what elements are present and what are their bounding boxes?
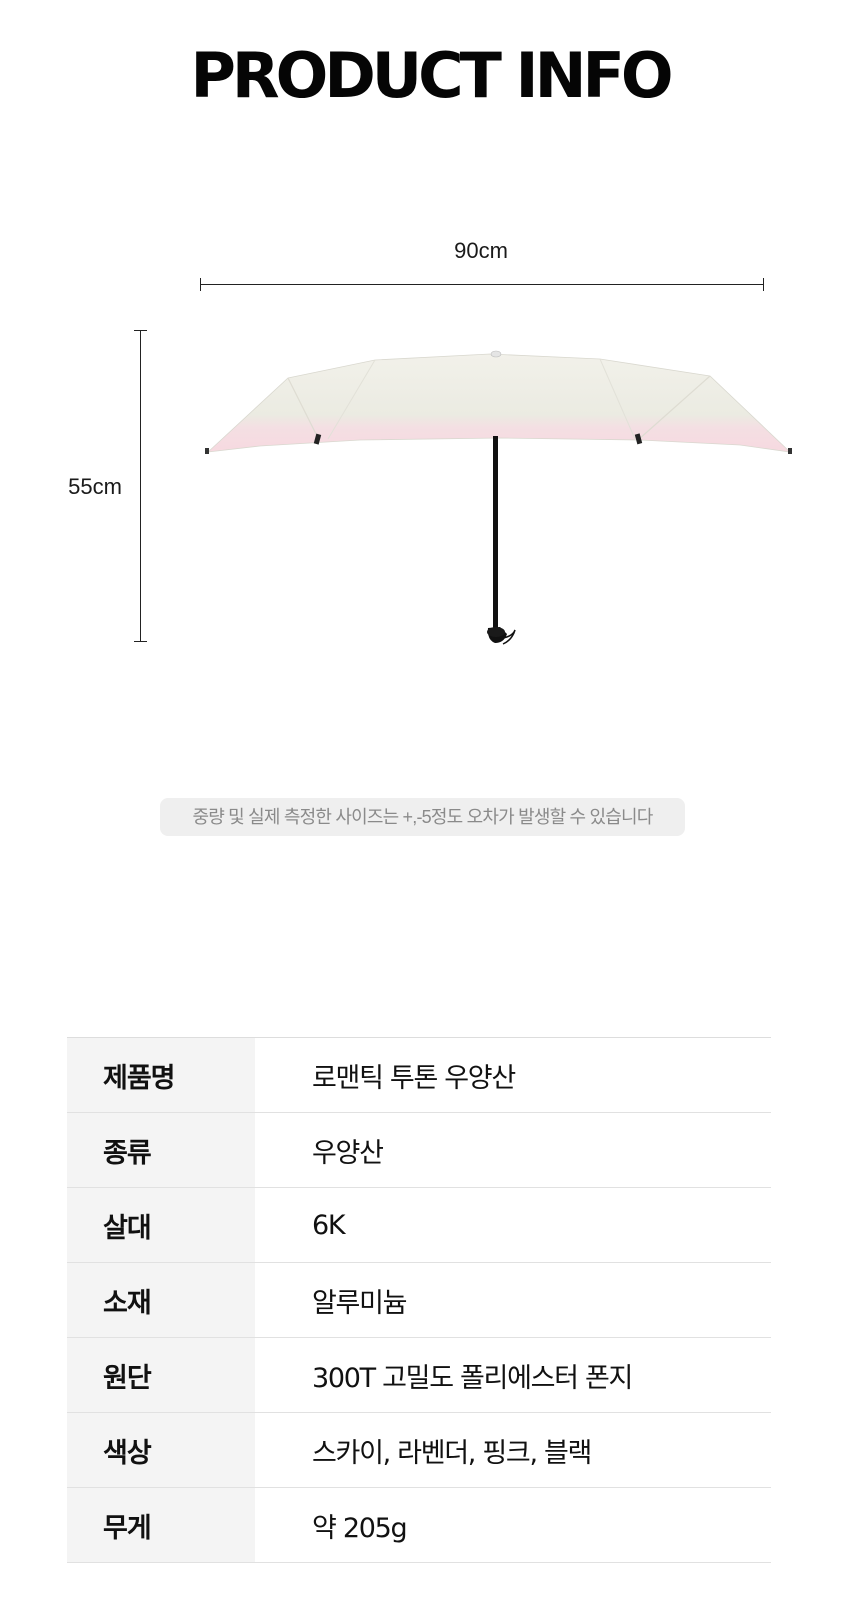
spec-row-product-name: 제품명 로맨틱 투톤 우양산 [67, 1037, 771, 1113]
spec-label: 제품명 [67, 1037, 255, 1113]
spec-row-colors: 색상 스카이, 라벤더, 핑크, 블랙 [67, 1412, 771, 1488]
spec-value: 알루미늄 [312, 1287, 407, 1319]
spec-label: 색상 [67, 1412, 255, 1488]
spec-value: 우양산 [312, 1137, 384, 1169]
spec-value: 약 205g [312, 1512, 408, 1544]
spec-row-weight: 무게 약 205g [67, 1487, 771, 1563]
spec-row-material: 소재 알루미늄 [67, 1262, 771, 1338]
height-dimension-line [134, 330, 147, 642]
width-dimension-line [200, 278, 764, 291]
spec-row-fabric: 원단 300T 고밀도 폴리에스터 폰지 [67, 1337, 771, 1413]
measurement-notice: 중량 및 실제 측정한 사이즈는 +,-5정도 오차가 발생할 수 있습니다 [160, 798, 685, 836]
spec-label: 원단 [67, 1337, 255, 1413]
umbrella-product-image [205, 350, 792, 645]
spec-row-ribs: 살대 6K [67, 1187, 771, 1263]
width-dimension-label: 90cm [454, 238, 508, 263]
spec-label: 종류 [67, 1112, 255, 1188]
spec-table: 제품명 로맨틱 투톤 우양산 종류 우양산 살대 6K 소재 알루미늄 원단 3… [67, 1037, 771, 1563]
page-title: PRODUCT INFO [190, 39, 673, 112]
height-dimension-label: 55cm [68, 474, 122, 499]
spec-label: 살대 [67, 1187, 255, 1263]
spec-value: 6K [312, 1209, 346, 1241]
spec-row-type: 종류 우양산 [67, 1112, 771, 1188]
spec-value: 300T 고밀도 폴리에스터 폰지 [312, 1362, 633, 1394]
spec-value: 스카이, 라벤더, 핑크, 블랙 [312, 1437, 592, 1469]
spec-label: 소재 [67, 1262, 255, 1338]
spec-label: 무게 [67, 1487, 255, 1563]
spec-value: 로맨틱 투톤 우양산 [312, 1062, 516, 1094]
